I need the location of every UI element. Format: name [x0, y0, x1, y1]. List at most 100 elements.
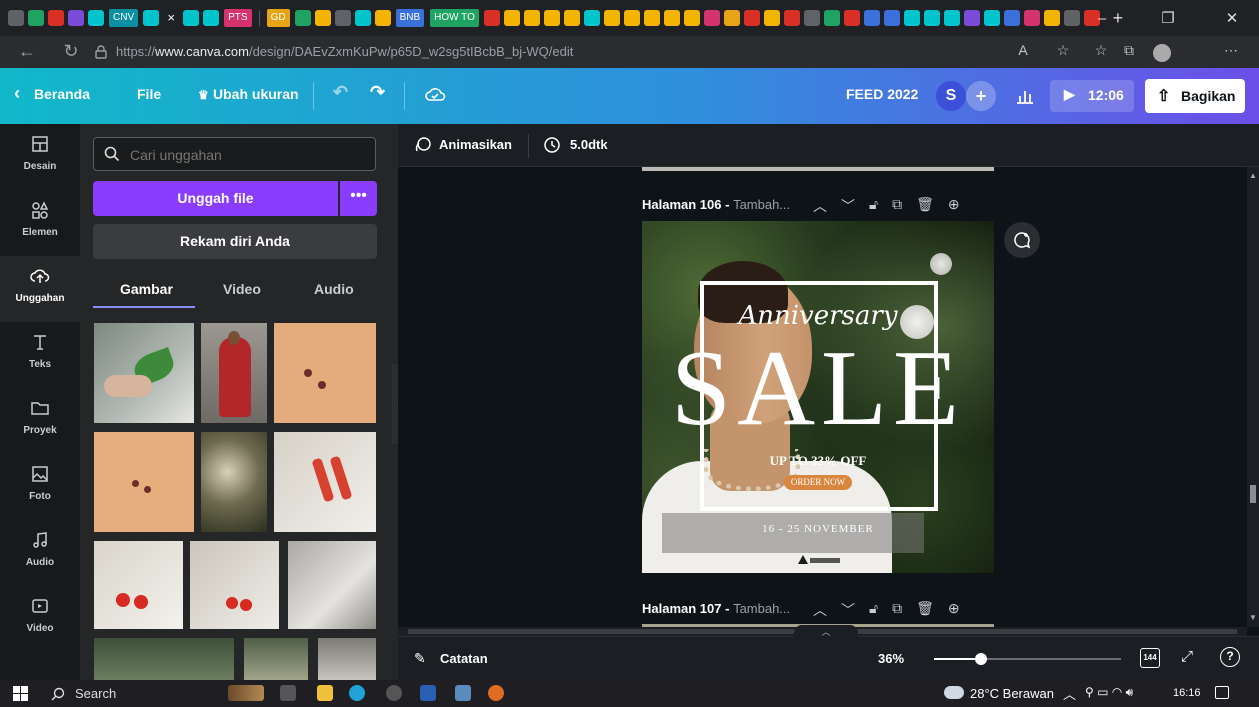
more-options-icon[interactable]: ⋯ — [1220, 42, 1242, 62]
rail-item-design[interactable]: Desain — [0, 124, 80, 190]
favorites-bar-icon[interactable]: ☆ — [1090, 42, 1112, 62]
minimize-icon[interactable]: – — [1080, 0, 1124, 36]
search-input[interactable] — [128, 146, 368, 164]
tab-icon[interactable] — [563, 10, 580, 26]
user-avatar[interactable]: S — [936, 81, 966, 111]
lock-icon[interactable]: 🔓︎ — [869, 196, 878, 216]
upload-file-button[interactable]: Unggah file — [93, 181, 338, 216]
weather-text[interactable]: 28°C Berawan — [970, 686, 1054, 701]
favorite-icon[interactable]: ☆ — [1052, 42, 1074, 62]
tab-icon[interactable] — [48, 10, 64, 26]
tab-icon[interactable] — [143, 10, 160, 26]
share-button[interactable]: ⇧ Bagikan — [1145, 79, 1245, 113]
upload-thumbnail[interactable] — [288, 541, 376, 629]
rail-item-uploads[interactable]: Unggahan — [0, 256, 80, 322]
scrollbar-down-arrow[interactable]: ▼ — [1249, 613, 1257, 622]
upload-thumbnail[interactable] — [274, 432, 376, 532]
tab-icon[interactable] — [603, 10, 620, 26]
file-explorer-icon[interactable] — [317, 685, 333, 701]
add-comment-button[interactable] — [1004, 222, 1040, 258]
tab-icon[interactable] — [943, 10, 960, 26]
previous-page-sliver[interactable] — [642, 167, 994, 171]
upload-thumbnail[interactable] — [94, 541, 183, 629]
tab-icon[interactable] — [68, 10, 84, 26]
page-106-header[interactable]: Halaman 106 - Tambah... — [642, 197, 790, 212]
tab-icon[interactable] — [354, 10, 371, 26]
active-tab-close-icon[interactable]: × — [163, 10, 179, 26]
delete-icon[interactable]: 🗑︎ — [916, 600, 934, 620]
add-page-icon[interactable]: ⊕ — [948, 600, 960, 620]
home-button[interactable]: Beranda — [34, 86, 90, 102]
tab-icon[interactable] — [923, 10, 940, 26]
windows-start-icon[interactable] — [13, 686, 28, 701]
duplicate-icon[interactable]: ⧉ — [892, 196, 902, 216]
tab-icon[interactable] — [1003, 10, 1020, 26]
delete-icon[interactable]: 🗑︎ — [916, 196, 934, 216]
move-down-icon[interactable]: ﹀ — [841, 196, 855, 216]
notes-button[interactable]: Catatan — [440, 651, 488, 666]
tab-icon[interactable] — [623, 10, 640, 26]
taskbar-search-box[interactable]: Search — [75, 686, 116, 701]
lock-icon[interactable]: 🔓︎ — [869, 600, 878, 620]
tab-icon[interactable] — [763, 10, 780, 26]
scrollbar-thumb[interactable] — [1250, 485, 1256, 503]
back-home-chevron-icon[interactable]: ‹ — [14, 83, 20, 104]
tab-icon[interactable] — [723, 10, 740, 26]
firefox-icon[interactable] — [488, 685, 504, 701]
back-icon[interactable]: ← — [10, 41, 44, 62]
tab-icon[interactable] — [334, 10, 351, 26]
tab-label[interactable]: GD — [266, 9, 290, 27]
tab-icon[interactable] — [643, 10, 660, 26]
add-collaborator-icon[interactable]: + — [966, 81, 996, 111]
upload-thumbnail[interactable] — [318, 638, 376, 680]
upload-thumbnail[interactable] — [190, 541, 279, 629]
show-pages-handle[interactable]: ︿ — [794, 625, 858, 639]
edge-browser-icon[interactable] — [349, 685, 365, 701]
taskbar-app-icon[interactable] — [386, 685, 402, 701]
present-button[interactable]: ▶ 12:06 — [1050, 80, 1134, 112]
tab-video[interactable]: Video — [223, 281, 261, 297]
tab-label[interactable]: HOW TO — [430, 9, 479, 27]
tab-icon[interactable] — [374, 10, 391, 26]
upload-thumbnail[interactable] — [201, 323, 267, 423]
resize-button[interactable]: Ubah ukuran — [213, 86, 299, 102]
tab-icon[interactable] — [823, 10, 840, 26]
help-icon[interactable]: ? — [1220, 647, 1240, 667]
move-down-icon[interactable]: ﹀ — [841, 600, 855, 620]
rail-item-text[interactable]: Teks — [0, 322, 80, 388]
tab-icon[interactable] — [963, 10, 980, 26]
tab-icon[interactable] — [883, 10, 900, 26]
tab-icon[interactable] — [28, 10, 44, 26]
upload-thumbnail[interactable] — [201, 432, 267, 532]
word-icon[interactable] — [420, 685, 436, 701]
close-window-icon[interactable]: ✕ — [1210, 0, 1254, 36]
file-menu[interactable]: File — [137, 86, 161, 102]
duplicate-icon[interactable]: ⧉ — [892, 600, 902, 620]
page-107-header[interactable]: Halaman 107 - Tambah... — [642, 601, 790, 616]
page-grid-button[interactable]: 144 — [1140, 648, 1160, 668]
zoom-slider-track[interactable] — [934, 653, 1121, 665]
tab-label[interactable]: BNB — [395, 9, 425, 27]
duration-button[interactable]: 5.0dtk — [570, 137, 608, 152]
reload-icon[interactable]: ↻ — [54, 41, 88, 62]
tab-icon[interactable] — [294, 10, 311, 26]
zoom-percentage[interactable]: 36% — [878, 651, 904, 666]
read-aloud-icon[interactable]: A — [1012, 42, 1034, 62]
tab-images[interactable]: Gambar — [120, 281, 173, 297]
restore-icon[interactable]: ❐ — [1146, 0, 1190, 36]
move-up-icon[interactable]: ︿ — [813, 196, 827, 216]
tab-icon[interactable] — [8, 10, 24, 26]
cloud-saved-icon[interactable] — [424, 85, 446, 103]
tab-icon[interactable] — [783, 10, 800, 26]
rail-item-audio[interactable]: Audio — [0, 520, 80, 586]
undo-icon[interactable]: ↶ — [333, 82, 348, 103]
tab-icon[interactable] — [843, 10, 860, 26]
scrollbar-up-arrow[interactable]: ▲ — [1249, 171, 1257, 180]
tab-icon[interactable] — [1043, 10, 1060, 26]
tab-icon[interactable] — [543, 10, 560, 26]
rail-item-projects[interactable]: Proyek — [0, 388, 80, 454]
tab-icon[interactable] — [1023, 10, 1040, 26]
tab-label[interactable]: CNV — [109, 9, 139, 27]
document-title[interactable]: FEED 2022 — [846, 86, 918, 102]
tab-icon[interactable] — [88, 10, 104, 26]
